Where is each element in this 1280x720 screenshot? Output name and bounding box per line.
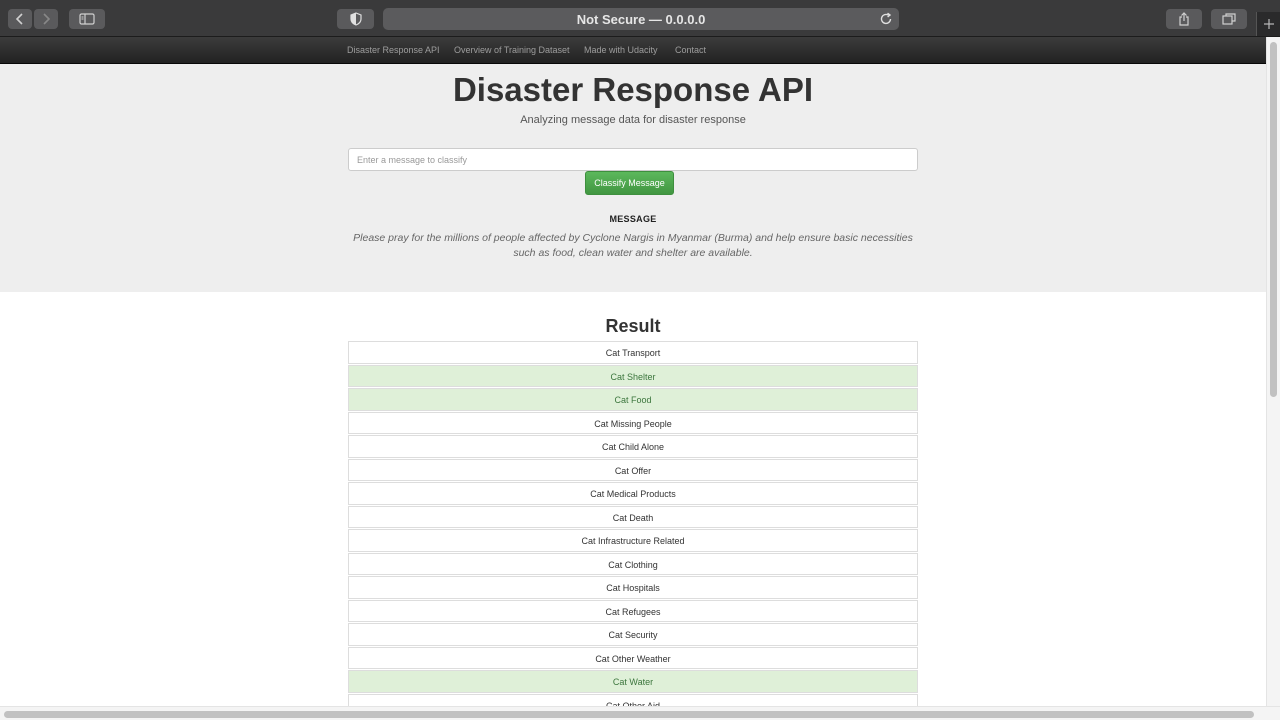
result-item: Cat Infrastructure Related <box>348 529 918 552</box>
result-item: Cat Security <box>348 623 918 646</box>
address-text: Not Secure — 0.0.0.0 <box>576 11 706 27</box>
result-item: Cat Refugees <box>348 599 918 622</box>
message-text: Please pray for the millions of people a… <box>353 232 913 259</box>
browser-toolbar: Not Secure — 0.0.0.0 <box>0 0 1280 37</box>
result-item: Cat Medical Products <box>348 482 918 505</box>
privacy-button[interactable] <box>337 9 374 29</box>
chevron-right-icon <box>43 13 51 25</box>
result-item: Cat Food <box>348 388 918 411</box>
result-item: Cat Clothing <box>348 552 918 575</box>
message-input[interactable] <box>348 148 918 171</box>
page-subtitle: Analyzing message data for disaster resp… <box>520 114 746 126</box>
horizontal-scroll-thumb[interactable] <box>4 711 1254 718</box>
nav-link-overview[interactable]: Overview of Training Dataset <box>454 37 570 64</box>
address-bar[interactable]: Not Secure — 0.0.0.0 <box>383 8 899 30</box>
result-item: Cat Death <box>348 505 918 528</box>
tabs-overview-button[interactable] <box>1211 9 1247 29</box>
result-title: Result <box>605 316 661 336</box>
site-navbar: Disaster Response API Overview of Traini… <box>0 37 1266 64</box>
forward-button[interactable] <box>34 9 58 29</box>
vertical-scrollbar[interactable] <box>1266 37 1280 706</box>
result-item: Cat Transport <box>348 341 918 364</box>
navbar-brand[interactable]: Disaster Response API <box>347 37 440 64</box>
reload-icon[interactable] <box>879 12 893 26</box>
classify-message-button[interactable]: Classify Message <box>585 171 674 195</box>
nav-link-contact[interactable]: Contact <box>675 37 706 64</box>
sidebar-button[interactable] <box>69 9 105 29</box>
page-title: Disaster Response API <box>452 71 814 108</box>
nav-link-udacity[interactable]: Made with Udacity <box>584 37 658 64</box>
result-item: Cat Hospitals <box>348 576 918 599</box>
jumbotron: Disaster Response API Analyzing message … <box>0 64 1266 292</box>
message-heading: MESSAGE <box>609 214 657 224</box>
shield-icon <box>349 12 362 26</box>
tabs-icon <box>1222 13 1236 25</box>
horizontal-scrollbar[interactable] <box>0 706 1280 720</box>
result-item: Cat Offer <box>348 458 918 481</box>
result-item: Cat Water <box>348 670 918 693</box>
back-button[interactable] <box>8 9 32 29</box>
sidebar-icon <box>79 13 95 25</box>
share-button[interactable] <box>1166 9 1202 29</box>
result-item: Cat Shelter <box>348 364 918 387</box>
result-item: Cat Child Alone <box>348 435 918 458</box>
result-list: Cat Transport Cat Shelter Cat Food Cat Miss… <box>348 341 918 717</box>
vertical-scroll-thumb[interactable] <box>1270 42 1277 397</box>
result-item: Cat Missing People <box>348 411 918 434</box>
result-item: Cat Other Weather <box>348 646 918 669</box>
new-tab-button[interactable] <box>1256 12 1280 36</box>
plus-icon <box>1264 19 1274 29</box>
share-icon <box>1179 12 1189 26</box>
chevron-left-icon <box>15 13 23 25</box>
